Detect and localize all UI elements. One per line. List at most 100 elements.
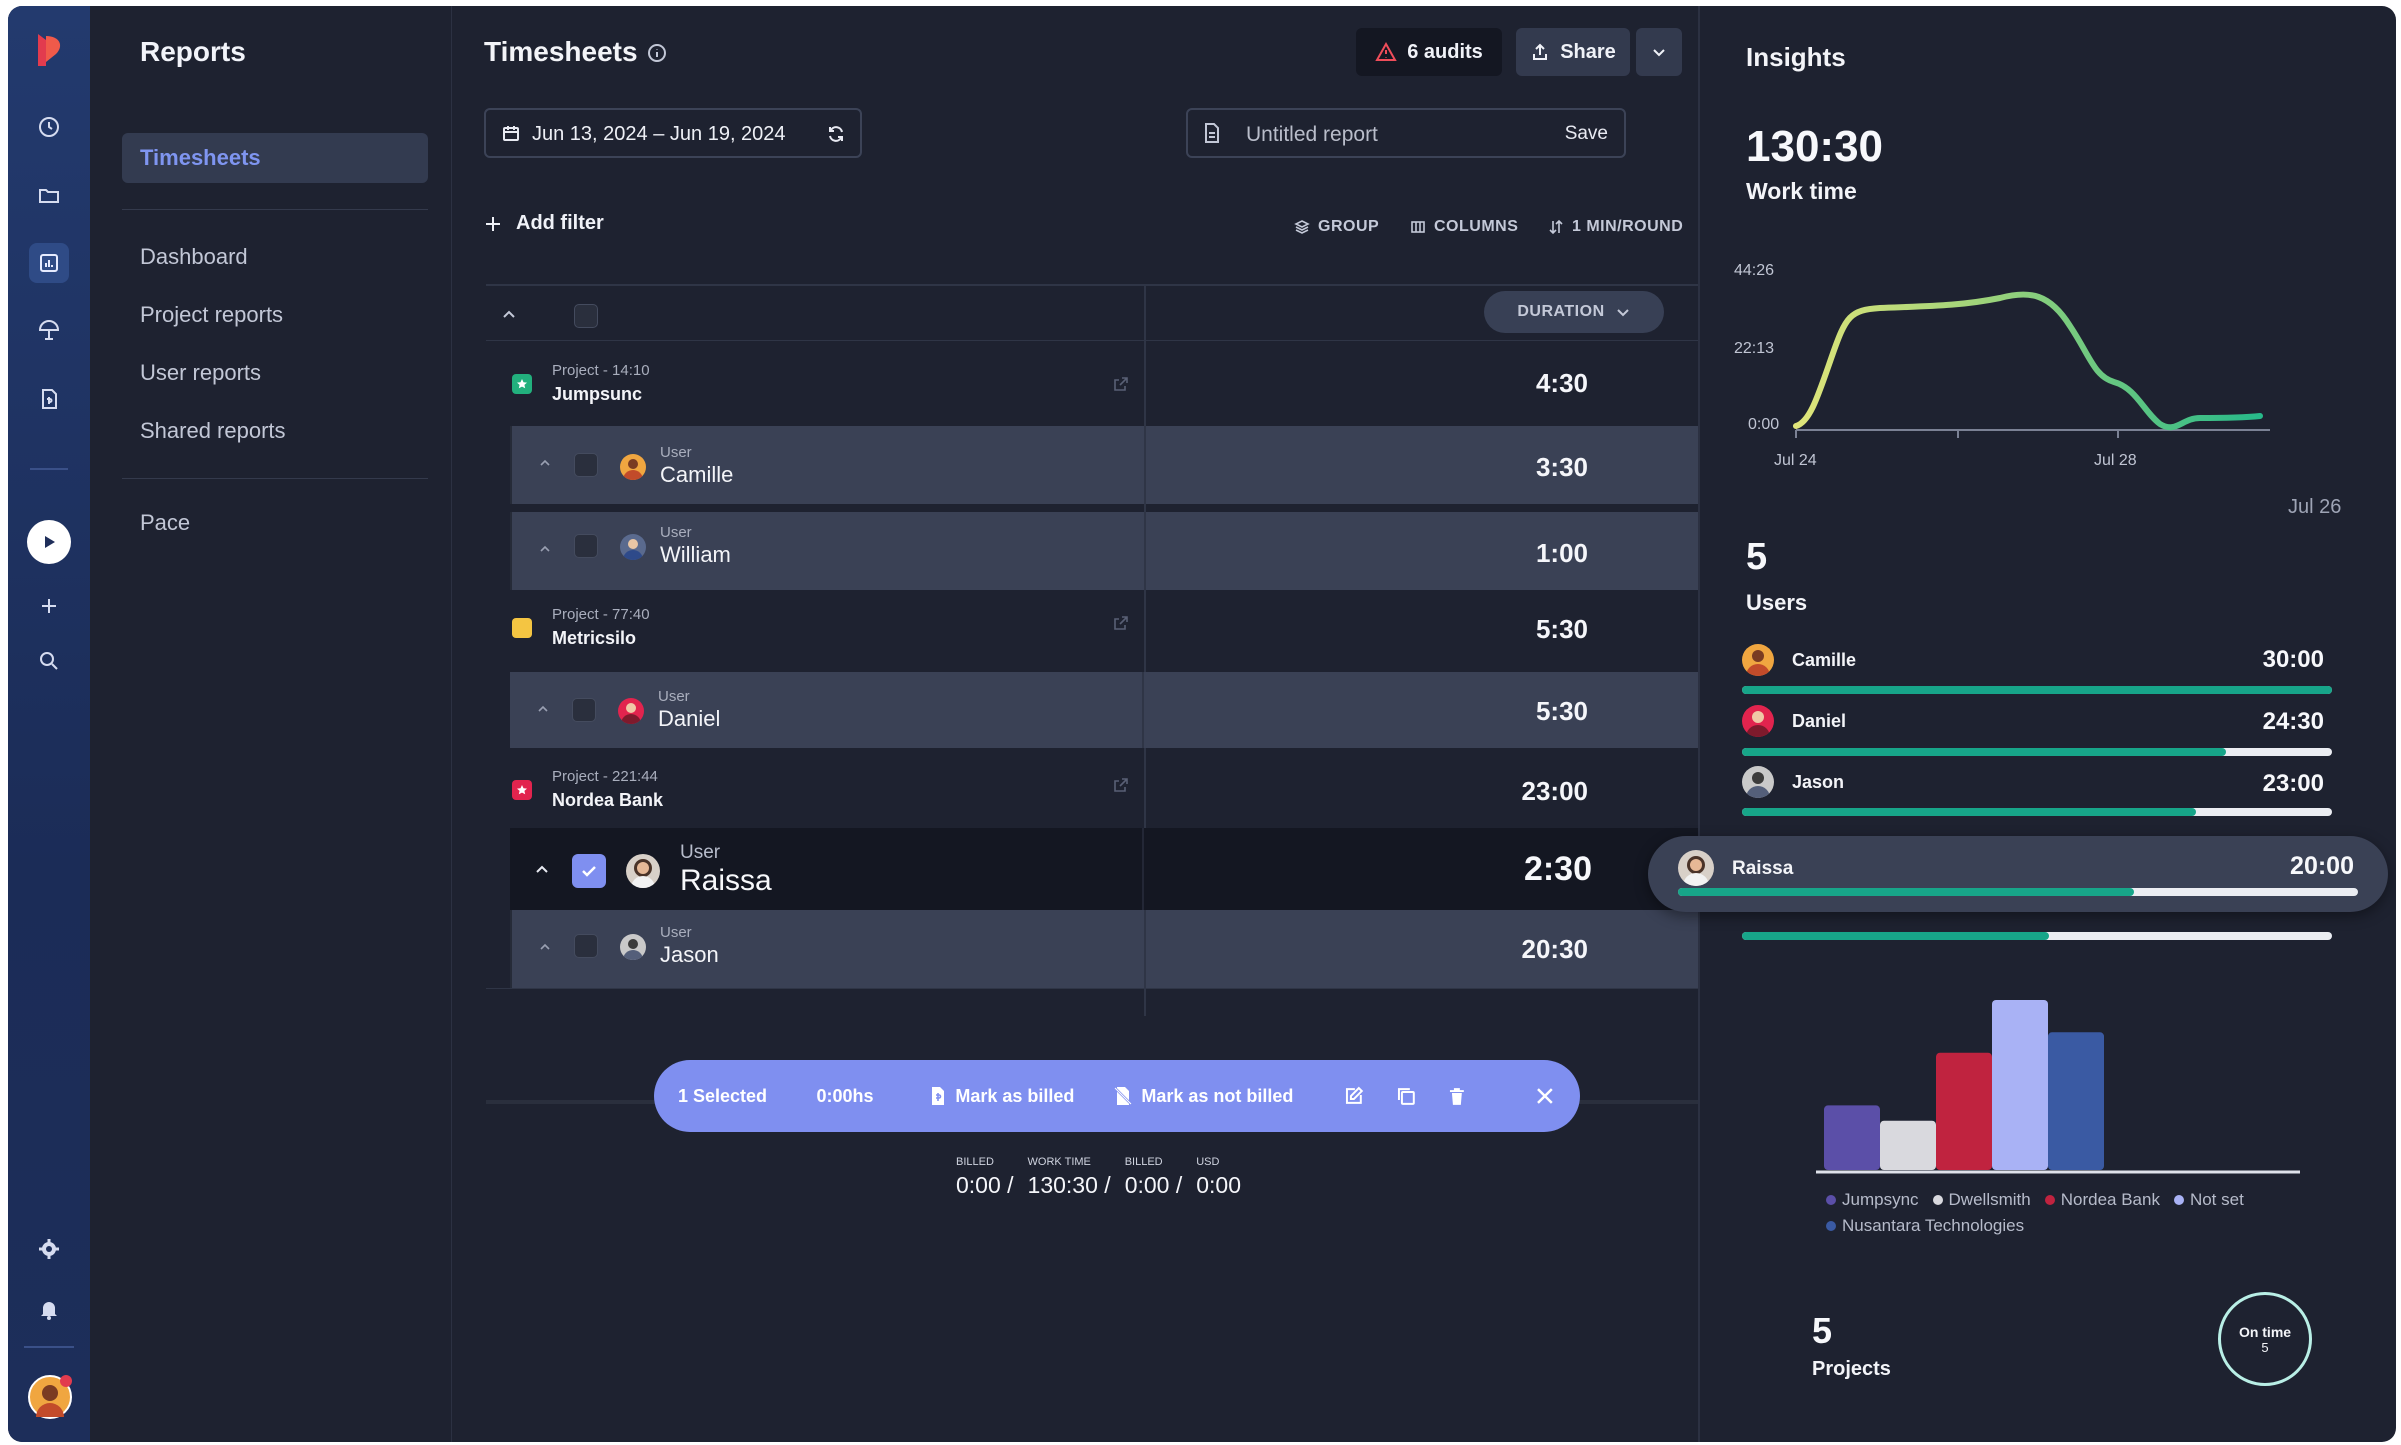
table-bottom-border	[486, 988, 1698, 989]
close-icon[interactable]	[1534, 1085, 1556, 1107]
project-bar	[1936, 1052, 1992, 1170]
collapse-icon	[536, 865, 548, 873]
folder-icon[interactable]	[29, 175, 69, 215]
bell-icon[interactable]	[29, 1289, 69, 1329]
sidebar-item-shared-reports[interactable]: Shared reports	[140, 418, 286, 444]
mark-billed-button[interactable]: Mark as billed	[929, 1086, 1113, 1107]
row-checkbox[interactable]	[574, 453, 598, 477]
avatar[interactable]	[28, 1375, 72, 1419]
user-name: Camille	[660, 462, 734, 487]
row-type-label: User	[660, 524, 692, 541]
app-window: Reports Timesheets Dashboard Project rep…	[8, 6, 2396, 1442]
mark-not-billed-button[interactable]: Mark as not billed	[1113, 1086, 1343, 1107]
save-button[interactable]: Save	[1565, 123, 1608, 145]
sidebar-item-pace[interactable]: Pace	[140, 510, 190, 536]
search-icon[interactable]	[29, 641, 69, 681]
copy-icon[interactable]	[1395, 1085, 1417, 1107]
reports-icon[interactable]	[29, 243, 69, 283]
external-link-icon	[1114, 377, 1128, 391]
legend-item: Not set	[2173, 1190, 2244, 1210]
beach-umbrella-icon[interactable]	[29, 311, 69, 351]
project-bar	[2048, 1032, 2104, 1170]
x-tick-label: Jul 28	[2094, 452, 2137, 469]
x-tick-label: Jul 24	[1774, 452, 1817, 469]
plus-icon[interactable]	[29, 586, 69, 626]
table-row[interactable]: User William 1:00	[510, 512, 1698, 590]
collapse-icon	[540, 943, 550, 950]
avatar	[618, 698, 644, 724]
legend-swatch	[1932, 1195, 1943, 1205]
gear-icon[interactable]	[29, 1229, 69, 1269]
legend-item: Jumpsync	[1826, 1190, 1919, 1210]
legend-label: Dwellsmith	[1948, 1190, 2031, 1209]
sort-icon	[1549, 219, 1563, 235]
trash-icon[interactable]	[1446, 1085, 1468, 1107]
legend-label: Nordea Bank	[2060, 1190, 2160, 1209]
users-count: 5	[1746, 536, 1768, 578]
collapse-all-icon[interactable]	[500, 306, 518, 324]
table-top-border	[486, 284, 1698, 286]
rounding-button[interactable]: 1 MIN/ROUND	[1548, 218, 1683, 236]
add-filter-button[interactable]: Add filter	[484, 212, 604, 235]
table-row[interactable]: User Camille 3:30	[510, 426, 1698, 504]
invoice-icon[interactable]	[29, 379, 69, 419]
collapse-icon	[538, 705, 548, 712]
document-icon	[1205, 123, 1219, 143]
sidebar-item-user-reports[interactable]: User reports	[140, 360, 261, 386]
report-name-field[interactable]: Untitled report Save	[1186, 108, 1626, 158]
collapse-icon	[540, 545, 550, 552]
user-hover-card[interactable]: Raissa 20:00	[1648, 836, 2388, 912]
icon-rail	[8, 6, 90, 1442]
avatar	[1742, 705, 1774, 737]
user-name: Jason	[660, 942, 719, 967]
calendar-icon	[503, 126, 519, 141]
row-checkbox-checked[interactable]	[572, 854, 606, 888]
sidebar-item-timesheets[interactable]: Timesheets	[122, 133, 428, 183]
collapse-icon	[540, 459, 550, 466]
notification-dot	[60, 1375, 72, 1387]
audits-button[interactable]: 6 audits	[1356, 28, 1502, 76]
row-checkbox[interactable]	[574, 934, 598, 958]
clock-icon[interactable]	[29, 107, 69, 147]
sidebar-item-dashboard[interactable]: Dashboard	[140, 244, 248, 270]
group-button[interactable]: GROUP	[1294, 218, 1379, 236]
row-checkbox[interactable]	[574, 534, 598, 558]
date-range-picker[interactable]: Jun 13, 2024 – Jun 19, 2024	[484, 108, 862, 158]
share-label: Share	[1560, 40, 1616, 63]
table-row[interactable]: User Daniel 5:30	[510, 672, 1698, 748]
insights-panel: Insights 130:30 Work time 44:26 22:13 0:…	[1648, 6, 2396, 1442]
divider	[122, 478, 428, 479]
projects-label: Projects	[1812, 1358, 1891, 1380]
total-work-time: WORK TIME 130:30 /	[1027, 1156, 1111, 1198]
table-row[interactable]: Project - 77:40 Metricsilo 5:30	[486, 590, 1698, 670]
user-progress-bar	[1742, 686, 2332, 694]
duration-sort-button[interactable]: DURATION	[1484, 291, 1664, 333]
columns-button[interactable]: COLUMNS	[1410, 218, 1518, 236]
duration-header-label: DURATION	[1517, 303, 1605, 320]
row-type-label: User	[660, 444, 692, 461]
refresh-icon	[829, 126, 843, 142]
row-type-label: Project - 221:44	[552, 768, 658, 785]
share-menu-button[interactable]	[1636, 28, 1682, 76]
edit-icon[interactable]	[1343, 1085, 1365, 1107]
info-icon[interactable]	[646, 42, 668, 64]
select-all-checkbox[interactable]	[574, 304, 598, 328]
legend-label: Jumpsync	[1842, 1190, 1919, 1209]
table-row[interactable]: Project - 221:44 Nordea Bank 23:00	[486, 750, 1698, 830]
share-button[interactable]: Share	[1516, 28, 1630, 76]
table-row[interactable]: User Jason 20:30	[510, 910, 1698, 988]
on-time-value: 5	[2261, 1339, 2269, 1355]
row-checkbox[interactable]	[572, 698, 596, 722]
group-label: GROUP	[1318, 218, 1380, 235]
table-row-selected[interactable]: User Raissa 2:30	[510, 828, 1698, 910]
project-name: Jumpsunc	[552, 384, 643, 404]
user-progress-bar	[1678, 888, 2358, 896]
user-bar-time: 23:00	[2262, 770, 2324, 797]
app-logo[interactable]	[30, 30, 70, 70]
plus-icon	[486, 216, 500, 231]
sidebar-item-project-reports[interactable]: Project reports	[140, 302, 283, 328]
table-row[interactable]: Project - 14:10 Jumpsunc 4:30	[486, 342, 1698, 422]
play-timer-button[interactable]	[27, 520, 71, 564]
selected-hours: 0:00hs	[816, 1085, 874, 1106]
projects-count: 5	[1812, 1310, 1833, 1351]
